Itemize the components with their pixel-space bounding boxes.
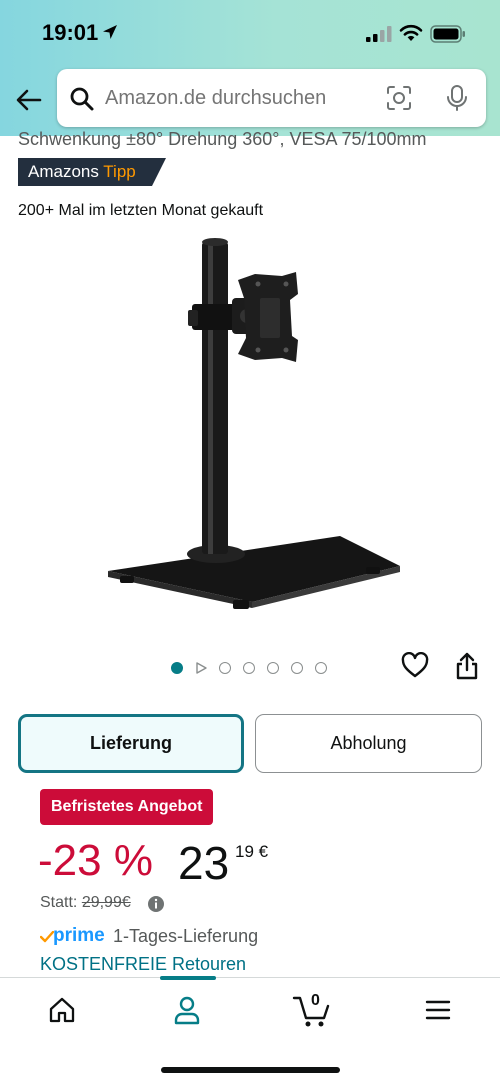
search-input[interactable] <box>105 83 375 113</box>
heart-icon[interactable] <box>401 652 429 678</box>
bottom-nav: 0 <box>0 976 500 1083</box>
microphone-icon[interactable] <box>446 84 468 112</box>
list-price: 29,99€ <box>81 894 131 911</box>
signal-icon <box>366 26 392 42</box>
image-pager[interactable] <box>171 661 327 675</box>
product-image[interactable] <box>100 236 400 616</box>
wifi-icon <box>399 24 423 41</box>
free-returns-link[interactable]: KOSTENFREIE Retouren <box>40 954 246 975</box>
menu-icon[interactable] <box>425 999 451 1021</box>
list-price-row: Statt: 29,99€ <box>40 894 131 912</box>
delivery-speed: 1-Tages-Lieferung <box>113 926 259 946</box>
product-title: Schwenkung ±80° Drehung 360°, VESA 75/10… <box>18 129 427 149</box>
info-icon[interactable] <box>147 895 165 913</box>
prime-logo: prime <box>53 925 105 946</box>
tab-lieferung[interactable]: Lieferung <box>18 714 244 773</box>
pager-dot[interactable] <box>171 662 183 674</box>
user-icon[interactable] <box>172 995 202 1025</box>
price-fraction: 19 € <box>235 842 269 861</box>
search-icon <box>70 87 94 111</box>
bought-count: 200+ Mal im letzten Monat gekauft <box>18 202 264 219</box>
camera-scan-icon[interactable] <box>386 85 412 111</box>
pager-dot[interactable] <box>267 662 279 674</box>
pager-dot[interactable] <box>219 662 231 674</box>
active-tab-indicator <box>160 976 216 980</box>
video-play-icon[interactable] <box>195 662 207 674</box>
discount-percent: -23 % <box>38 836 153 885</box>
pager-dot[interactable] <box>315 662 327 674</box>
back-arrow-icon[interactable] <box>14 84 46 116</box>
tab-abholung[interactable]: Abholung <box>255 714 482 773</box>
limited-deal-badge: Befristetes Angebot <box>40 789 214 825</box>
badge-suffix: Tipp <box>103 162 136 181</box>
home-icon[interactable] <box>47 996 77 1024</box>
cart-count: 0 <box>311 992 320 1009</box>
amazons-tipp-badge: Amazons Tipp <box>18 158 166 186</box>
status-time: 19:01 <box>42 20 99 45</box>
share-icon[interactable] <box>454 651 480 681</box>
pager-dot[interactable] <box>291 662 303 674</box>
status-bar: 19:01 <box>0 0 500 64</box>
app-header: 19:01 <box>0 0 500 136</box>
pager-dot[interactable] <box>243 662 255 674</box>
home-indicator <box>161 1067 340 1073</box>
prime-check-icon <box>40 931 54 943</box>
battery-icon <box>430 25 465 43</box>
location-arrow-icon <box>103 25 117 39</box>
statt-label: Statt: <box>40 894 78 911</box>
search-bar[interactable] <box>57 69 486 127</box>
price-whole: 23 <box>178 837 230 889</box>
badge-prefix: Amazons <box>28 162 99 181</box>
